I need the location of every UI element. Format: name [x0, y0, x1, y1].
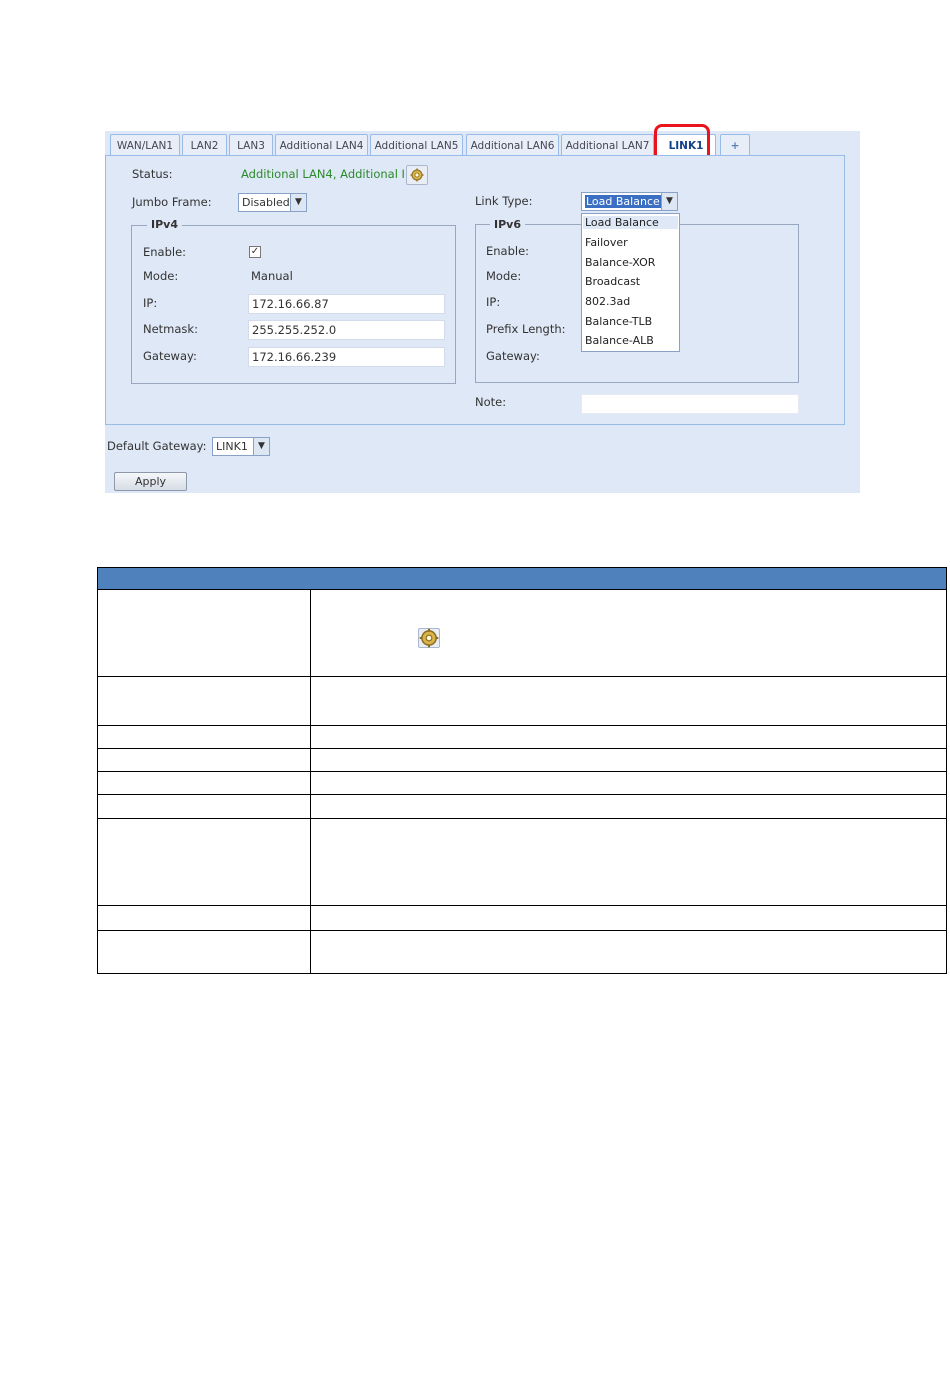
ipv6-mode-label: Mode: — [486, 269, 522, 283]
table-cell — [97, 771, 311, 795]
table-row — [97, 794, 947, 819]
settings-button-illustration — [418, 628, 440, 648]
table-header-cell — [97, 567, 947, 590]
table-cell — [310, 794, 947, 819]
ipv6-legend: IPv6 — [490, 218, 525, 231]
apply-button[interactable]: Apply — [114, 472, 187, 491]
ipv6-ip-label: IP: — [486, 295, 501, 309]
ipv4-legend: IPv4 — [147, 218, 182, 231]
jumbo-frame-select[interactable]: Disabled ▼ — [238, 193, 307, 212]
table-cell — [97, 930, 311, 974]
ipv4-gateway-input[interactable]: 172.16.66.239 — [248, 347, 445, 367]
table-cell — [310, 905, 947, 931]
table-cell — [97, 748, 311, 772]
table-row — [97, 748, 947, 772]
ipv6-gateway-label: Gateway: — [486, 349, 540, 363]
table-cell — [310, 589, 947, 677]
table-cell — [97, 905, 311, 931]
jumbo-frame-label: Jumbo Frame: — [132, 195, 212, 209]
table-cell — [97, 818, 311, 906]
ipv4-netmask-input[interactable]: 255.255.252.0 — [248, 320, 445, 340]
plus-icon: + — [730, 140, 740, 152]
tab-bar: WAN/LAN1 LAN2 LAN3 Additional LAN4 Addit… — [105, 131, 860, 157]
status-settings-button[interactable] — [406, 165, 428, 185]
link-type-label: Link Type: — [475, 194, 533, 208]
default-gateway-label: Default Gateway: — [107, 439, 207, 453]
link-type-option[interactable]: 802.3ad — [585, 295, 630, 308]
chevron-down-icon[interactable]: ▼ — [253, 438, 269, 455]
chevron-down-icon[interactable]: ▼ — [290, 194, 306, 211]
table-cell — [310, 725, 947, 749]
link-type-dropdown-list: Load Balance Failover Balance-XOR Broadc… — [581, 213, 680, 352]
tab-lan3[interactable]: LAN3 — [229, 134, 273, 156]
table-row — [97, 905, 947, 931]
tab-additional-lan7[interactable]: Additional LAN7 — [561, 134, 654, 156]
tab-wan-lan1[interactable]: WAN/LAN1 — [110, 134, 180, 156]
table-cell — [310, 818, 947, 906]
link-type-value: Load Balance — [585, 195, 661, 208]
ipv4-enable-label: Enable: — [143, 245, 187, 259]
description-table — [97, 567, 947, 974]
table-cell — [310, 930, 947, 974]
ipv4-ip-label: IP: — [143, 296, 158, 310]
table-row — [97, 676, 947, 726]
link-type-option[interactable]: Failover — [585, 236, 628, 249]
note-input[interactable] — [581, 394, 799, 414]
settings-gear-icon — [419, 628, 439, 648]
table-cell — [97, 794, 311, 819]
tab-additional-lan6[interactable]: Additional LAN6 — [466, 134, 559, 156]
ipv4-ip-input[interactable]: 172.16.66.87 — [248, 294, 445, 314]
link-type-select[interactable]: Load Balance ▼ — [581, 192, 678, 211]
tab-lan2[interactable]: LAN2 — [182, 134, 227, 156]
ipv6-prefix-label: Prefix Length: — [486, 322, 566, 336]
link-type-option[interactable]: Balance-ALB — [585, 334, 654, 347]
table-cell — [310, 771, 947, 795]
table-row — [97, 771, 947, 795]
settings-gear-icon — [410, 168, 424, 182]
table-header-row — [97, 567, 947, 590]
tab-additional-lan5[interactable]: Additional LAN5 — [370, 134, 463, 156]
default-gateway-select[interactable]: LINK1 ▼ — [212, 437, 270, 456]
status-value: Additional LAN4, Additional I — [241, 167, 405, 181]
ipv4-netmask-label: Netmask: — [143, 322, 198, 336]
ipv6-enable-label: Enable: — [486, 244, 530, 258]
ipv4-mode-value: Manual — [251, 269, 293, 283]
ipv4-mode-label: Mode: — [143, 269, 179, 283]
table-row — [97, 930, 947, 974]
table-cell — [97, 676, 311, 726]
table-cell — [97, 589, 311, 677]
tab-additional-lan4[interactable]: Additional LAN4 — [275, 134, 368, 156]
ipv4-gateway-label: Gateway: — [143, 349, 197, 363]
table-cell — [97, 725, 311, 749]
table-row — [97, 725, 947, 749]
link-type-option[interactable]: Broadcast — [585, 275, 640, 288]
default-gateway-value: LINK1 — [216, 440, 248, 453]
link-type-option[interactable]: Balance-XOR — [585, 256, 655, 269]
link-type-option[interactable]: Load Balance — [583, 216, 678, 229]
chevron-down-icon[interactable]: ▼ — [661, 193, 677, 210]
jumbo-frame-value: Disabled — [242, 196, 290, 209]
table-row — [97, 818, 947, 906]
status-label: Status: — [132, 167, 173, 181]
tab-add[interactable]: + — [720, 134, 750, 156]
table-row — [97, 589, 947, 677]
link-type-option[interactable]: Balance-TLB — [585, 315, 652, 328]
table-cell — [310, 748, 947, 772]
table-cell — [310, 676, 947, 726]
ipv4-enable-checkbox[interactable]: ✓ — [249, 246, 261, 258]
note-label: Note: — [475, 395, 507, 409]
